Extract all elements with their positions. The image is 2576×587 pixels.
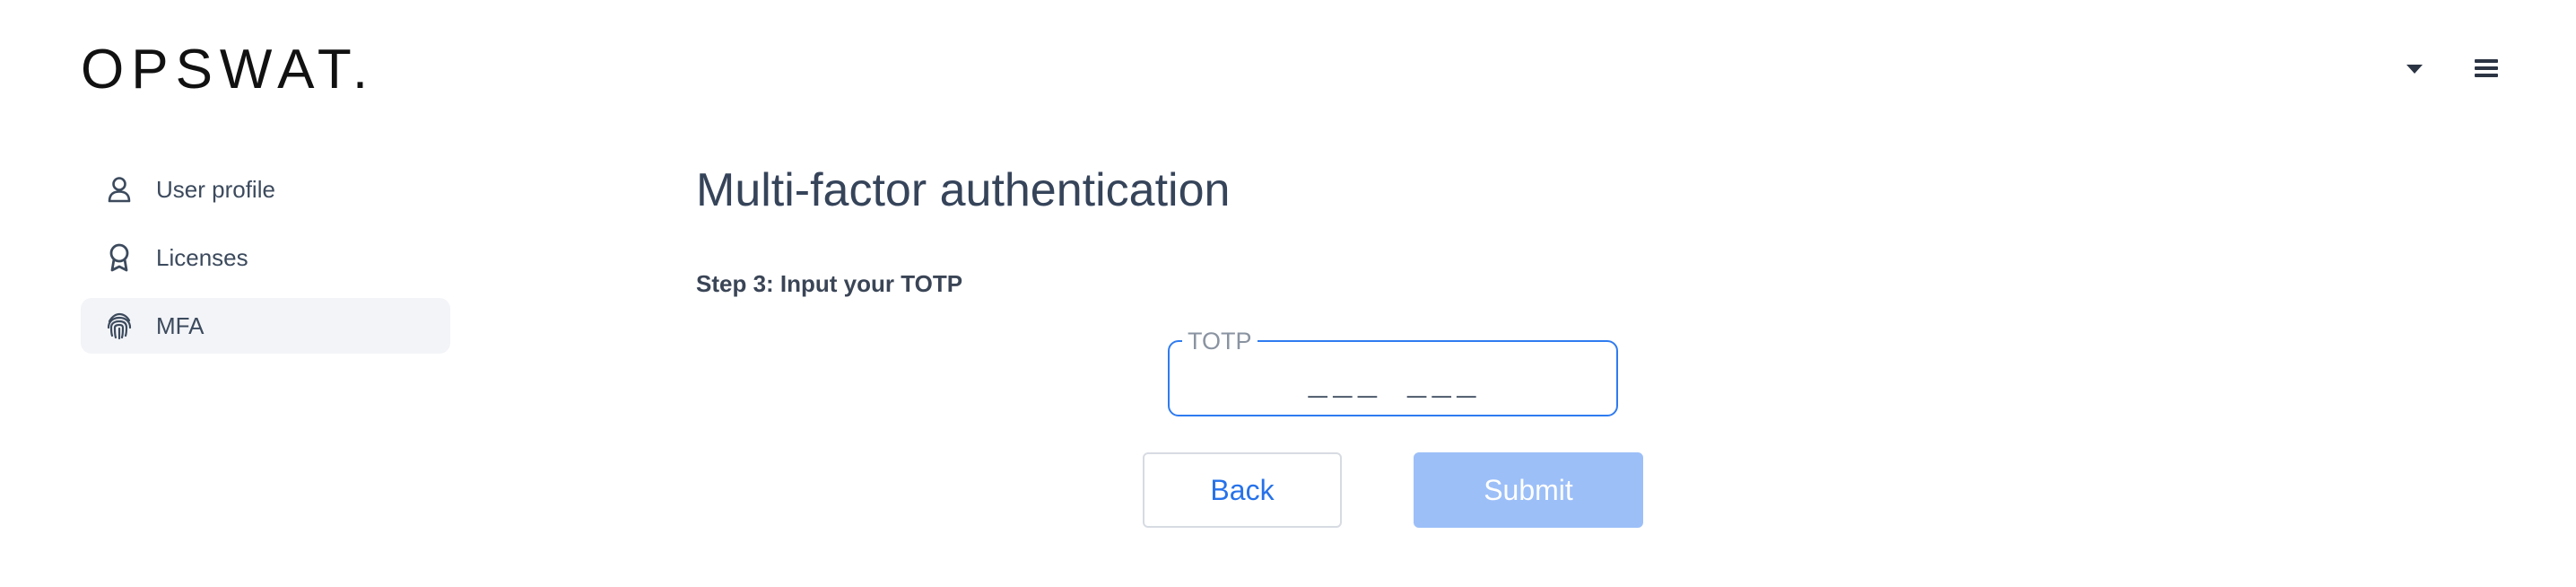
caret-down-icon bbox=[2406, 65, 2423, 74]
user-icon bbox=[104, 174, 135, 205]
back-button[interactable]: Back bbox=[1143, 452, 1342, 528]
step-label: Step 3: Input your TOTP bbox=[696, 270, 963, 297]
sidebar-item-user-profile[interactable]: User profile bbox=[81, 162, 450, 217]
submit-button[interactable]: Submit bbox=[1414, 452, 1643, 528]
sidebar-item-label: MFA bbox=[156, 311, 205, 339]
sidebar-item-licenses[interactable]: Licenses bbox=[81, 230, 450, 285]
hamburger-menu-icon bbox=[2475, 59, 2498, 77]
sidebar: User profile Licenses MFA bbox=[81, 162, 450, 366]
page-title: Multi-factor authentication bbox=[696, 164, 1231, 216]
sidebar-item-label: User profile bbox=[156, 175, 275, 203]
account-dropdown-toggle[interactable] bbox=[2402, 59, 2427, 79]
totp-field: TOTP bbox=[1168, 328, 1618, 416]
totp-label: TOTP bbox=[1188, 328, 1252, 355]
opswat-logo[interactable]: OPSWAT. bbox=[81, 42, 375, 98]
sidebar-item-label: Licenses bbox=[156, 243, 248, 271]
sidebar-item-mfa[interactable]: MFA bbox=[81, 298, 450, 354]
page: OPSWAT. User profile Licenses MFA Multi-… bbox=[0, 0, 2576, 587]
fingerprint-icon bbox=[104, 311, 135, 341]
totp-input[interactable] bbox=[1179, 359, 1611, 411]
award-ribbon-icon bbox=[104, 242, 135, 273]
main-menu-button[interactable] bbox=[2468, 52, 2504, 84]
